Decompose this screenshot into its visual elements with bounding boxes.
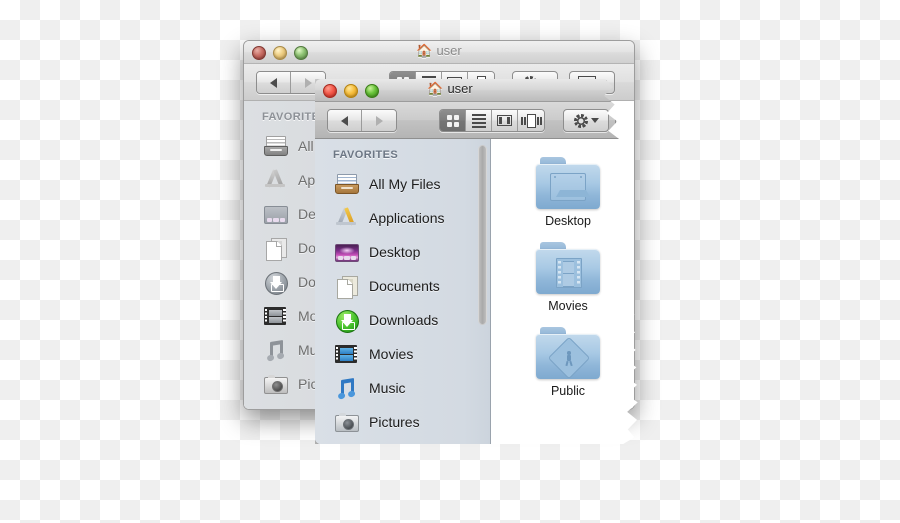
folder-public-icon (536, 327, 600, 380)
documents-icon (333, 273, 359, 299)
folder-desktop-icon (536, 157, 600, 209)
sidebar-header-favorites: FAVORITES (333, 149, 399, 161)
sidebar-item-music[interactable]: Music (315, 371, 490, 405)
columns-icon (497, 115, 512, 126)
home-icon: 🏠 (427, 81, 444, 96)
folder-label: Desktop (545, 214, 591, 228)
back-button[interactable] (257, 72, 291, 93)
sidebar-item-label: Documents (369, 278, 440, 294)
back-button[interactable] (328, 110, 362, 131)
desktop-icon (333, 239, 359, 265)
titlebar-front[interactable]: 🏠 user (315, 79, 638, 102)
sidebar-item-label: Desktop (369, 244, 421, 260)
icon-view-button[interactable] (440, 110, 466, 131)
sidebar-item-pictures[interactable]: Pictures (315, 405, 490, 439)
movies-icon (262, 303, 288, 329)
titlebar-back[interactable]: 🏠 user (244, 41, 634, 64)
desktop-icon (262, 201, 288, 227)
applications-icon (262, 167, 288, 193)
action-gear-button[interactable] (563, 109, 609, 132)
window-body-front: FAVORITES All My Files Applications Desk… (315, 139, 638, 444)
music-icon (262, 337, 288, 363)
applications-icon (333, 205, 359, 231)
pictures-icon (262, 371, 288, 397)
folder-movies-icon (536, 242, 600, 294)
movies-icon (333, 341, 359, 367)
sidebar-scrollbar[interactable] (478, 145, 487, 435)
finder-window-front[interactable]: 🏠 user FAVORITES All My Files Applicatio… (315, 79, 638, 444)
scrollbar-thumb[interactable] (478, 145, 487, 325)
coverflow-view-button[interactable] (518, 110, 544, 131)
pictures-icon (333, 409, 359, 435)
downloads-icon (333, 307, 359, 333)
chevron-down-icon (590, 118, 599, 123)
nav-buttons-front[interactable] (327, 109, 397, 132)
sidebar-item-applications[interactable]: Applications (315, 201, 490, 235)
home-icon: 🏠 (416, 43, 433, 58)
sidebar-item-label: Applications (369, 210, 445, 226)
window-title-front: 🏠 user (315, 81, 585, 96)
sidebar-front[interactable]: FAVORITES All My Files Applications Desk… (315, 139, 491, 444)
folder-label: Movies (548, 299, 588, 313)
sidebar-item-desktop[interactable]: Desktop (315, 235, 490, 269)
gear-icon (573, 113, 588, 128)
folder-item-public[interactable]: Public (491, 327, 638, 398)
list-view-button[interactable] (466, 110, 492, 131)
window-title-text: user (436, 43, 462, 58)
all-my-files-icon (262, 133, 288, 159)
sidebar-item-label: All My Files (369, 176, 441, 192)
sidebar-item-label: Downloads (369, 312, 439, 328)
column-view-button[interactable] (492, 110, 518, 131)
sidebar-item-movies[interactable]: Movies (315, 337, 490, 371)
view-mode-group-front[interactable] (439, 109, 545, 132)
sidebar-item-label: Pictures (369, 414, 420, 430)
downloads-icon (262, 269, 288, 295)
window-title-back: 🏠 user (244, 43, 634, 58)
toolbar-front[interactable] (315, 102, 638, 139)
all-my-files-icon (333, 171, 359, 197)
sidebar-item-downloads[interactable]: Downloads (315, 303, 490, 337)
music-icon (333, 375, 359, 401)
grid-icon (446, 114, 459, 127)
sidebar-item-all-my-files[interactable]: All My Files (315, 167, 490, 201)
sidebar-item-documents[interactable]: Documents (315, 269, 490, 303)
sidebar-item-label: Music (369, 380, 406, 396)
forward-button[interactable] (362, 110, 396, 131)
coverflow-icon (520, 113, 542, 128)
folder-label: Public (550, 384, 586, 398)
sidebar-item-label: Movies (369, 346, 414, 362)
window-title-text: user (447, 81, 473, 96)
list-icon (471, 113, 486, 128)
documents-icon (262, 235, 288, 261)
